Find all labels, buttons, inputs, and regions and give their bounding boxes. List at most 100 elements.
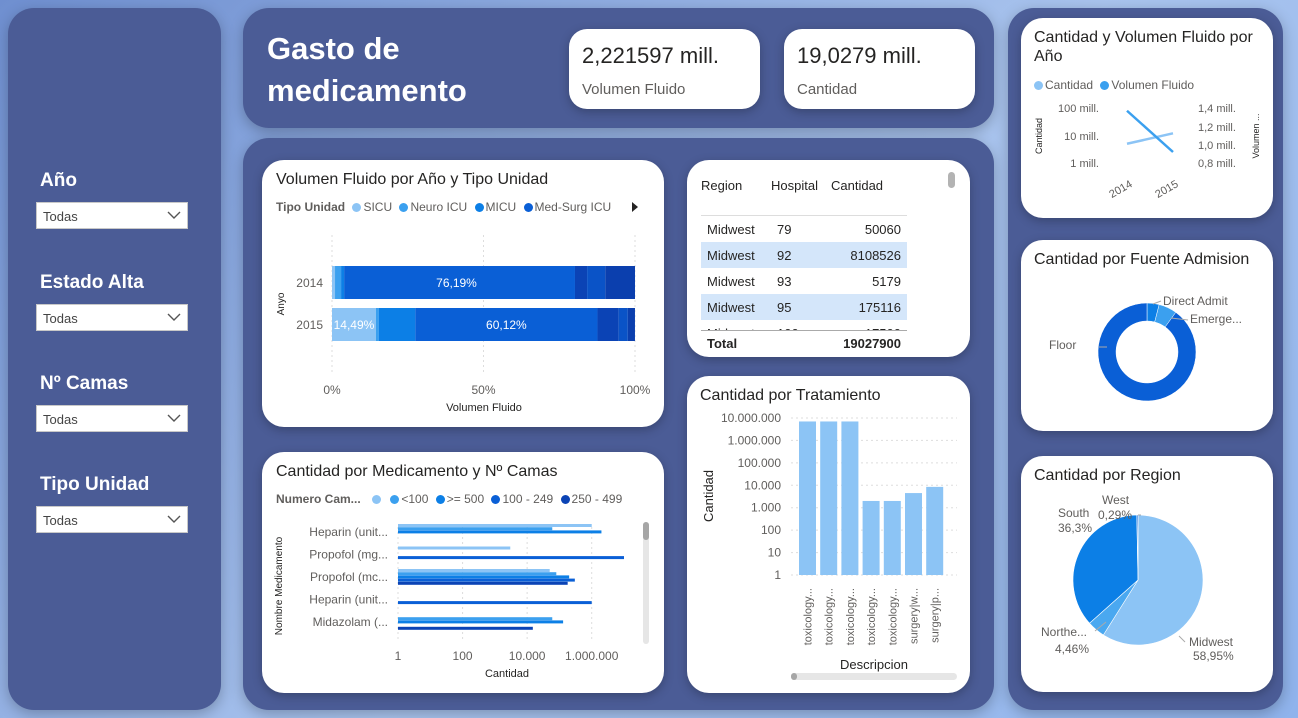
x-tick-label: 0% [323, 383, 341, 397]
slicer-dropdown[interactable]: Todas [36, 506, 188, 533]
slice-value: 4,46% [1055, 642, 1089, 656]
bar[interactable] [398, 546, 511, 550]
bar[interactable] [398, 572, 557, 576]
slice-label: Floor [1049, 338, 1076, 352]
y-tick-label: 1 mill. [1070, 158, 1099, 170]
y-tick-label: 2015 [296, 318, 323, 332]
table-cell: 17500 [831, 326, 907, 331]
tratamiento-chart[interactable]: Cantidad por Tratamiento 10.000.000 1.000… [687, 376, 970, 693]
y-tick-label: 1.000 [751, 501, 781, 515]
table-cell: 8108526 [850, 247, 901, 263]
table-row[interactable]: Midwest 93 5179 [701, 268, 907, 294]
bar[interactable] [905, 493, 922, 575]
chevron-down-icon [167, 515, 181, 523]
x-tick-label: toxicology... [824, 588, 836, 645]
slicer-dropdown[interactable]: Todas [36, 405, 188, 432]
slice-label: Midwest [1189, 635, 1234, 649]
bar[interactable] [398, 575, 570, 579]
x-tick-label: 100 [453, 649, 473, 663]
column-header[interactable]: Hospital [771, 178, 831, 215]
bar[interactable] [398, 601, 592, 605]
page-title-line2: medicamento [267, 73, 467, 108]
region-table[interactable]: Region Hospital Cantidad Midwest 79 50060 Midw… [687, 160, 970, 357]
medicamento-plot: 1 100 10.000 1.000.000 Cantidad Nombre Medica… [274, 524, 624, 680]
bar[interactable] [820, 421, 838, 575]
x-tick-label: 2015 [1153, 178, 1180, 201]
bar[interactable] [398, 581, 568, 585]
bar-segment[interactable] [335, 266, 342, 299]
region-pie-chart[interactable]: Cantidad por Region Midwest 58,95% Northe.… [1021, 456, 1273, 692]
slicer-dropdown[interactable]: Todas [36, 202, 188, 229]
bar[interactable] [398, 530, 602, 534]
bar-segment[interactable] [375, 308, 379, 341]
table-row[interactable]: Midwest10017500 [701, 320, 907, 330]
table-cell: Midwest [701, 326, 771, 331]
slicer-value: Todas [43, 209, 78, 224]
y-tick-label: 2014 [296, 276, 323, 290]
table-cell: 95 [777, 299, 792, 315]
bar[interactable] [398, 524, 592, 527]
page-title-line1: Gasto de [267, 31, 400, 66]
column-header[interactable]: Cantidad [831, 178, 907, 215]
bar[interactable] [398, 578, 575, 582]
bar-segment[interactable] [332, 266, 336, 299]
slicer-dropdown[interactable]: Todas [36, 304, 188, 331]
column-header[interactable]: Region [701, 178, 771, 215]
table-row[interactable]: Midwest 95 175116 [701, 294, 907, 320]
slice-label: Direct Admit [1163, 294, 1228, 308]
bar[interactable] [799, 421, 816, 575]
medicamento-chart[interactable]: Cantidad por Medicamento y Nº Camas Nume… [262, 452, 664, 693]
table-row[interactable]: Midwest 79 50060 [701, 216, 907, 242]
bar-segment[interactable] [618, 308, 628, 341]
y-tick-label: Heparin (unit... [309, 593, 388, 607]
x-tick-label: 1.000.000 [565, 649, 619, 663]
bar[interactable] [862, 500, 880, 575]
bar-segment[interactable] [605, 266, 635, 299]
volumen-fluido-chart[interactable]: Volumen Fluido por Año y Tipo Unidad Tip… [262, 160, 664, 427]
x-tick-label: toxicology... [803, 588, 815, 645]
fuente-admision-chart[interactable]: Cantidad por Fuente Admision Floor Direct… [1021, 240, 1273, 431]
y2-tick-label: 1,4 mill. [1198, 103, 1236, 115]
kpi-value: 2,221597 mill. [582, 43, 719, 68]
bar[interactable] [398, 569, 550, 572]
bar[interactable] [883, 500, 901, 575]
x-tick-label: toxicology... [887, 588, 899, 645]
slice-value: 36,3% [1058, 521, 1092, 535]
y2-tick-label: 1,2 mill. [1198, 122, 1236, 134]
table-cell: 92 [777, 247, 792, 263]
chevron-down-icon [167, 211, 181, 219]
leader-line [1178, 635, 1186, 643]
table-row[interactable]: Midwest 92 8108526 [701, 242, 907, 268]
bar-segment[interactable] [341, 266, 345, 299]
x-tick-label: 1 [395, 649, 402, 663]
bar[interactable] [398, 620, 564, 624]
volumen-fluido-plot: 0% 50% 100% Volumen Fluido Anyo 2014 2015 76,19… [276, 235, 651, 414]
fuente-admision-plot: Floor Direct Admit Emerge... [1049, 294, 1242, 402]
slice-label: Emerge... [1190, 312, 1242, 326]
bar-segment[interactable] [378, 308, 416, 341]
donut-slice[interactable] [1097, 302, 1197, 402]
y-axis-label: Cantidad [701, 470, 716, 522]
bar[interactable] [398, 617, 553, 621]
bar[interactable] [398, 527, 553, 531]
table-scrollbar[interactable] [948, 172, 955, 188]
kpi-label: Cantidad [797, 81, 858, 98]
bar-segment[interactable] [597, 308, 619, 341]
x-tick-label: 2014 [1107, 178, 1134, 201]
bar[interactable] [926, 486, 944, 575]
slicer-label: Tipo Unidad [40, 474, 150, 495]
x-tick-label: 100% [620, 383, 651, 397]
bar[interactable] [841, 421, 859, 575]
y2-axis-label: Volumen ... [1251, 113, 1261, 158]
table-cell: 5179 [872, 273, 901, 289]
chevron-down-icon [167, 414, 181, 422]
bar-segment[interactable] [627, 308, 635, 341]
y2-tick-label: 0,8 mill. [1198, 158, 1236, 170]
bar-segment[interactable] [587, 266, 606, 299]
bar[interactable] [398, 626, 533, 630]
bar-segment[interactable] [574, 266, 588, 299]
bar[interactable] [398, 556, 624, 560]
x-axis-label: Cantidad [485, 668, 529, 680]
x-axis-label: Descripcion [840, 657, 908, 672]
cantidad-volumen-chart[interactable]: Cantidad y Volumen Fluido por Año Cantid… [1021, 18, 1273, 218]
